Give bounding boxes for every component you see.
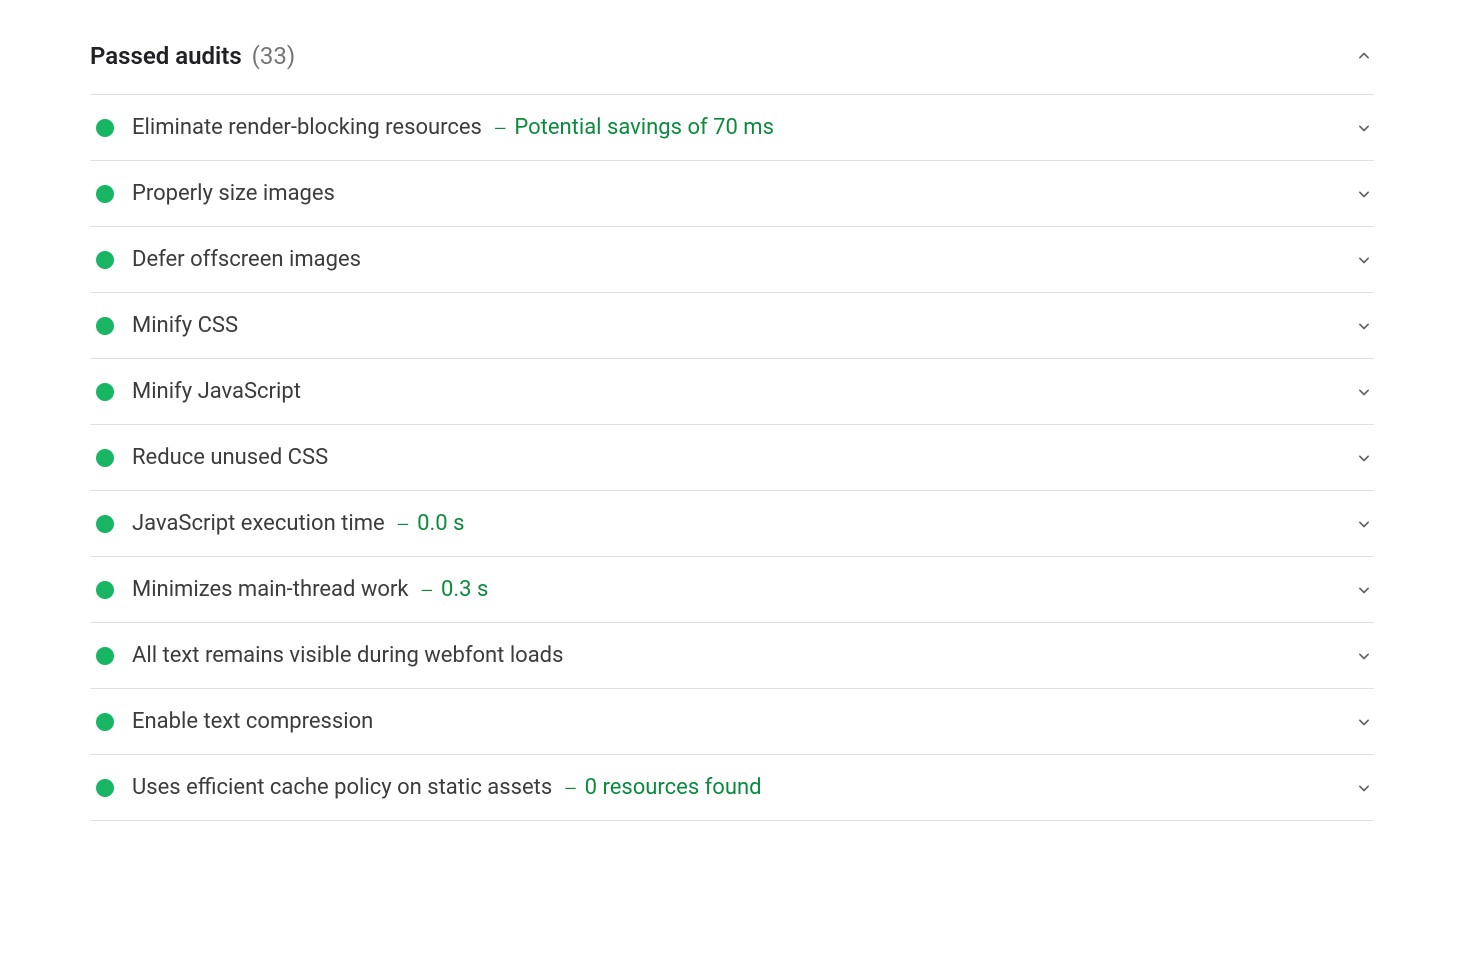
audit-row-left: JavaScript execution time — 0.0 s [90, 511, 464, 536]
audit-row-left: Minimizes main-thread work — 0.3 s [90, 577, 488, 602]
audit-row-left: Minify JavaScript [90, 379, 301, 404]
detail-dash: — [417, 581, 437, 600]
pass-status-dot-icon [96, 581, 114, 599]
chevron-down-icon [1354, 712, 1374, 732]
audit-detail: Potential savings of 70 ms [514, 115, 774, 140]
pass-status-dot-icon [96, 317, 114, 335]
audit-title: Eliminate render-blocking resources [132, 115, 482, 140]
pass-status-dot-icon [96, 119, 114, 137]
detail-dash: — [560, 779, 580, 798]
pass-status-dot-icon [96, 713, 114, 731]
audit-row[interactable]: Defer offscreen images [90, 227, 1374, 293]
audit-row[interactable]: JavaScript execution time — 0.0 s [90, 491, 1374, 557]
audit-row[interactable]: Uses efficient cache policy on static as… [90, 755, 1374, 821]
audit-text: JavaScript execution time — 0.0 s [132, 511, 464, 536]
audit-text: Minify CSS [132, 313, 238, 338]
audit-detail: 0.3 s [441, 577, 488, 602]
chevron-down-icon [1354, 514, 1374, 534]
chevron-down-icon [1354, 118, 1374, 138]
audit-row[interactable]: Minimizes main-thread work — 0.3 s [90, 557, 1374, 623]
audit-title: All text remains visible during webfont … [132, 643, 563, 668]
chevron-down-icon [1354, 580, 1374, 600]
detail-dash: — [393, 515, 413, 534]
audit-title: Reduce unused CSS [132, 445, 328, 470]
pass-status-dot-icon [96, 383, 114, 401]
audit-text: Reduce unused CSS [132, 445, 328, 470]
audit-title: Minify JavaScript [132, 379, 301, 404]
audit-text: Uses efficient cache policy on static as… [132, 775, 762, 800]
chevron-down-icon [1354, 316, 1374, 336]
pass-status-dot-icon [96, 779, 114, 797]
section-title-wrap: Passed audits (33) [90, 42, 295, 70]
audit-row[interactable]: Eliminate render-blocking resources — Po… [90, 95, 1374, 161]
passed-audits-header[interactable]: Passed audits (33) [90, 30, 1374, 94]
audit-row-left: Minify CSS [90, 313, 238, 338]
pass-status-dot-icon [96, 251, 114, 269]
chevron-down-icon [1354, 448, 1374, 468]
audit-row[interactable]: All text remains visible during webfont … [90, 623, 1374, 689]
pass-status-dot-icon [96, 515, 114, 533]
audit-row-left: Enable text compression [90, 709, 373, 734]
audit-text: Minify JavaScript [132, 379, 301, 404]
audit-title: Minimizes main-thread work [132, 577, 409, 602]
audit-title: JavaScript execution time [132, 511, 385, 536]
audit-title: Defer offscreen images [132, 247, 361, 272]
audit-text: Minimizes main-thread work — 0.3 s [132, 577, 488, 602]
chevron-down-icon [1354, 646, 1374, 666]
audit-text: Enable text compression [132, 709, 373, 734]
pass-status-dot-icon [96, 647, 114, 665]
chevron-down-icon [1354, 382, 1374, 402]
audit-row-left: Uses efficient cache policy on static as… [90, 775, 762, 800]
audit-title: Minify CSS [132, 313, 238, 338]
audit-text: Properly size images [132, 181, 335, 206]
audit-detail: 0 resources found [585, 775, 762, 800]
detail-dash: — [490, 119, 510, 138]
audit-text: All text remains visible during webfont … [132, 643, 563, 668]
section-count: (33) [252, 42, 296, 70]
chevron-up-icon [1354, 46, 1374, 66]
pass-status-dot-icon [96, 449, 114, 467]
audit-row[interactable]: Enable text compression [90, 689, 1374, 755]
audit-row[interactable]: Reduce unused CSS [90, 425, 1374, 491]
audit-list: Eliminate render-blocking resources — Po… [90, 94, 1374, 821]
audit-title: Uses efficient cache policy on static as… [132, 775, 552, 800]
pass-status-dot-icon [96, 185, 114, 203]
audit-row[interactable]: Minify JavaScript [90, 359, 1374, 425]
audit-row-left: Properly size images [90, 181, 335, 206]
audit-row-left: Eliminate render-blocking resources — Po… [90, 115, 774, 140]
section-title: Passed audits [90, 42, 242, 70]
audit-row[interactable]: Properly size images [90, 161, 1374, 227]
audit-row-left: All text remains visible during webfont … [90, 643, 563, 668]
chevron-down-icon [1354, 778, 1374, 798]
chevron-down-icon [1354, 250, 1374, 270]
audit-title: Enable text compression [132, 709, 373, 734]
audit-row-left: Reduce unused CSS [90, 445, 328, 470]
chevron-down-icon [1354, 184, 1374, 204]
audit-row[interactable]: Minify CSS [90, 293, 1374, 359]
audit-text: Eliminate render-blocking resources — Po… [132, 115, 774, 140]
audit-row-left: Defer offscreen images [90, 247, 361, 272]
audit-detail: 0.0 s [417, 511, 464, 536]
audit-text: Defer offscreen images [132, 247, 361, 272]
audit-title: Properly size images [132, 181, 335, 206]
